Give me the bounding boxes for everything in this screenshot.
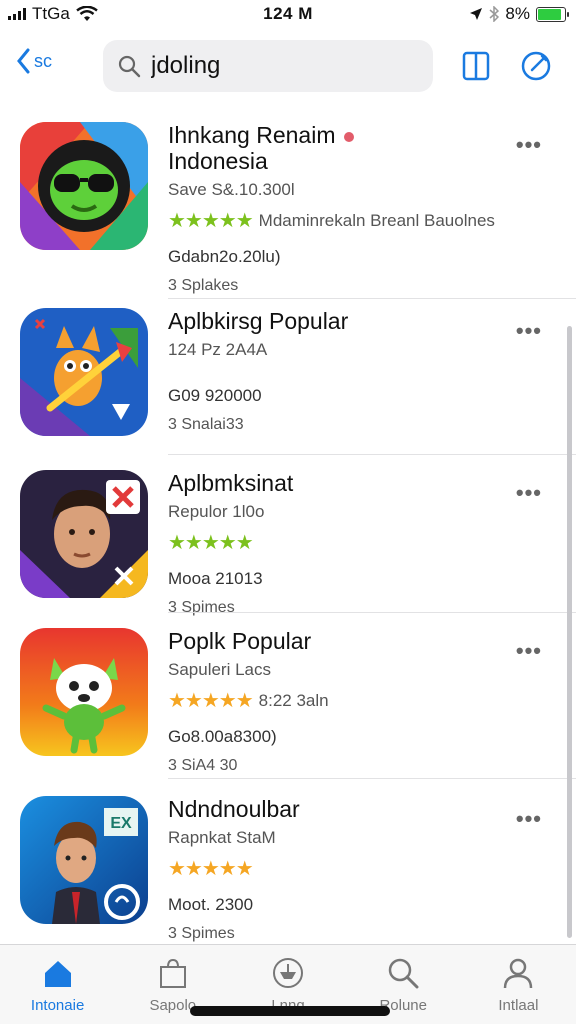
app-title-line1: Ihnkang Renaim — [168, 122, 336, 148]
search-icon — [388, 958, 419, 989]
app-title: Ihnkang Renaim Indonesia — [168, 122, 538, 174]
tab-label: Intonaie — [30, 997, 85, 1014]
star-rating: ★★★★★ — [168, 858, 254, 880]
app-meta-secondary: 3 SiA4 30 — [168, 757, 238, 774]
app-meta: G09 920000 — [168, 386, 262, 405]
status-right: 8% — [469, 4, 569, 24]
bag-icon — [159, 958, 186, 988]
app-title: Poplk Popular — [168, 628, 312, 654]
app-rating: ★★★★★ 8:22 3aln — [168, 688, 538, 713]
app-info: Aplbmksinat Repulor 1l0o ★★★★★ Mooa 2101… — [168, 470, 538, 617]
app-icon[interactable] — [20, 122, 148, 250]
star-rating: ★★★★★ — [168, 690, 254, 712]
status-bar: TtGa 124 M 8% — [0, 0, 576, 30]
search-icon — [118, 55, 141, 78]
nav-bar: sc — [0, 38, 576, 94]
app-icon[interactable] — [20, 628, 148, 756]
search-bar[interactable] — [103, 40, 433, 92]
divider — [168, 778, 576, 779]
app-rating: ★★★★★ Mdaminrekaln Breanl Bauolnes — [168, 208, 538, 233]
rating-text: 8:22 3aln — [258, 690, 329, 710]
app-meta-secondary: 3 Snalai33 — [168, 416, 244, 433]
app-icon[interactable] — [20, 470, 148, 598]
location-icon — [470, 8, 483, 20]
tab-today[interactable]: Intonaie — [0, 945, 115, 1024]
app-rating: ★★★★★ — [168, 856, 538, 881]
rocket-icon — [273, 958, 303, 988]
search-input[interactable] — [151, 52, 411, 80]
app-subtitle: Save S&.10.300l — [168, 180, 295, 199]
app-meta-secondary: 3 Spimes — [168, 925, 235, 942]
compose-icon[interactable] — [520, 50, 552, 82]
battery-percent: 8% — [505, 4, 530, 23]
app-icon[interactable]: EX — [20, 796, 148, 924]
tab-label: Intlaal — [498, 997, 539, 1014]
more-options-button[interactable]: ••• — [516, 480, 542, 506]
app-meta-secondary: 3 Splakes — [168, 277, 239, 294]
tab-profile[interactable]: Intlaal — [461, 945, 576, 1024]
app-info: Poplk Popular Sapuleri Lacs ★★★★★ 8:22 3… — [168, 628, 538, 775]
chevron-left-icon — [17, 48, 30, 74]
star-rating: ★★★★★ — [168, 532, 254, 554]
app-info: Aplbkirsg Popular 124 Pz 2A4A G09 920000… — [168, 308, 538, 434]
person-icon — [504, 958, 533, 989]
more-options-button[interactable]: ••• — [516, 806, 542, 832]
back-label: sc — [34, 50, 52, 71]
rating-text: Mdaminrekaln Breanl Bauolnes — [258, 210, 495, 230]
app-info: Ihnkang Renaim Indonesia Save S&.10.300l… — [168, 122, 538, 295]
app-rating: ★★★★★ — [168, 530, 538, 555]
bluetooth-icon — [489, 6, 500, 22]
app-icon[interactable] — [20, 308, 148, 436]
divider — [168, 454, 576, 455]
app-meta: Gdabn2o.20lu) — [168, 247, 281, 266]
app-title: Aplbmksinat — [168, 470, 294, 496]
home-icon — [44, 961, 71, 987]
app-title: Aplbkirsg Popular — [168, 308, 349, 334]
more-options-button[interactable]: ••• — [516, 318, 542, 344]
app-title-line2: Indonesia — [168, 148, 268, 174]
scrollbar[interactable] — [567, 326, 572, 938]
app-meta: Go8.00a8300) — [168, 727, 277, 746]
app-title: Ndndnoulbar — [168, 796, 300, 822]
more-options-button[interactable]: ••• — [516, 132, 542, 158]
svg-text:EX: EX — [110, 815, 132, 832]
book-icon[interactable] — [460, 50, 492, 82]
app-subtitle: 124 Pz 2A4A — [168, 340, 268, 359]
app-subtitle: Sapuleri Lacs — [168, 660, 272, 679]
more-options-button[interactable]: ••• — [516, 638, 542, 664]
star-rating: ★★★★★ — [168, 210, 254, 232]
divider — [168, 298, 576, 299]
app-meta: Mooa 21013 — [168, 569, 263, 588]
app-subtitle: Repulor 1l0o — [168, 502, 265, 521]
app-info: Ndndnoulbar Rapnkat StaM ★★★★★ Moot. 230… — [168, 796, 538, 943]
app-meta-secondary: 3 Spimes — [168, 599, 235, 616]
badge-dot — [343, 131, 354, 142]
battery-icon — [536, 6, 569, 22]
back-button[interactable]: sc — [16, 48, 52, 74]
home-indicator[interactable] — [190, 1006, 390, 1016]
divider — [168, 612, 576, 613]
app-subtitle: Rapnkat StaM — [168, 828, 276, 847]
app-meta: Moot. 2300 — [168, 895, 254, 914]
